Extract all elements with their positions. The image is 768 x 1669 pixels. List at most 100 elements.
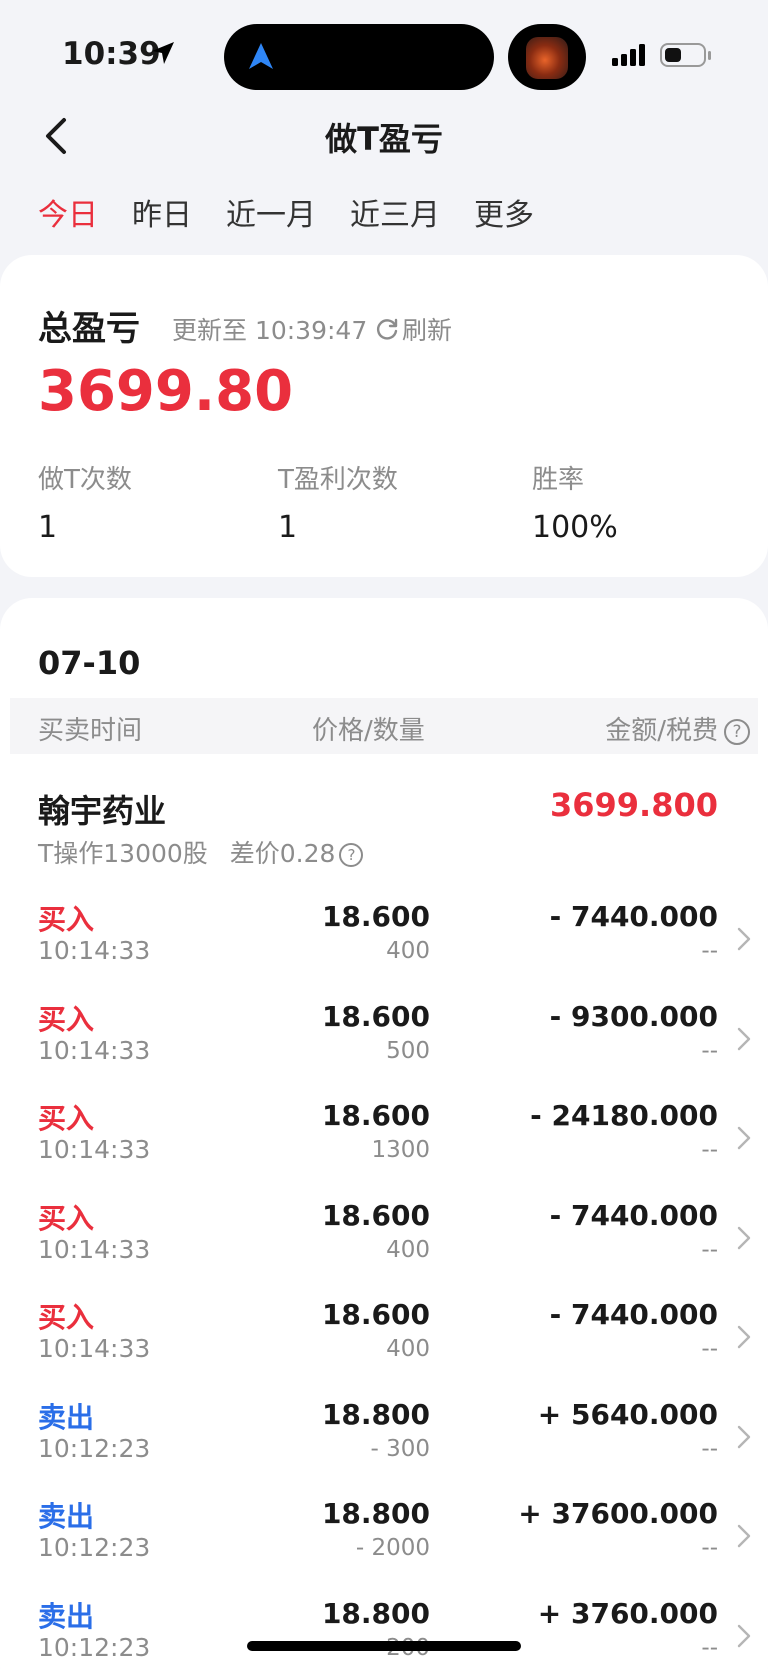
- trade-price: 18.600: [321, 999, 430, 1033]
- trade-amount: + 5640.000: [537, 1397, 718, 1431]
- trade-row[interactable]: 买入 10:14:33 18.600 400 - 7440.000 --: [0, 898, 768, 997]
- trade-side: 买入: [38, 1201, 95, 1235]
- chevron-right-icon: [737, 1226, 751, 1249]
- trade-side: 卖出: [38, 1400, 95, 1434]
- status-bar: 10:39: [0, 0, 768, 110]
- tab-last-three-months[interactable]: 近三月: [350, 190, 440, 234]
- trade-tax: --: [701, 1336, 718, 1362]
- trade-time: 10:14:33: [38, 1234, 151, 1264]
- trade-side: 买入: [38, 1002, 95, 1036]
- stat-trade-count: 做T次数 1: [38, 459, 132, 545]
- trade-row[interactable]: 买入 10:14:33 18.600 500 - 9300.000 --: [0, 998, 768, 1097]
- battery-icon: [660, 43, 706, 67]
- tab-more[interactable]: 更多: [474, 190, 534, 234]
- trade-amount: + 3760.000: [537, 1596, 718, 1630]
- stock-pnl: 3699.800: [549, 786, 718, 824]
- live-activity-thumbnail: [508, 24, 586, 90]
- refresh-label: 刷新: [402, 316, 453, 345]
- stat-value: 1: [38, 510, 58, 545]
- stock-summary: T操作13000股 差价0.28?: [38, 834, 364, 870]
- trade-time: 10:12:23: [38, 1632, 151, 1662]
- activity-image: [526, 37, 568, 79]
- chevron-right-icon: [737, 1027, 751, 1050]
- chevron-right-icon: [737, 1524, 751, 1548]
- trade-side: 卖出: [38, 1599, 95, 1633]
- update-time: 更新至 10:39:47: [172, 316, 368, 345]
- trade-tax: --: [701, 938, 718, 964]
- trade-amount: - 9300.000: [549, 999, 718, 1033]
- trade-tax: --: [701, 1435, 718, 1462]
- trade-time: 10:12:23: [38, 1433, 151, 1463]
- trade-side: 买入: [38, 1301, 95, 1334]
- stat-profit-count: T盈利次数 1: [278, 459, 398, 545]
- price-diff: 差价0.28: [229, 839, 336, 868]
- trade-price: 18.600: [321, 1198, 430, 1232]
- trade-quantity: 1300: [371, 1137, 430, 1163]
- stat-label: 胜率: [532, 465, 585, 495]
- trade-row[interactable]: 卖出 10:12:23 18.800 - 300 + 5640.000 --: [0, 1396, 768, 1495]
- table-header: 买卖时间 价格/数量 金额/税费?: [10, 698, 758, 754]
- trade-time: 10:14:33: [38, 1135, 151, 1164]
- battery-cap: [708, 51, 711, 60]
- trade-price: 18.800: [321, 1497, 430, 1530]
- header-amount-tax: 金额/税费?: [605, 710, 750, 747]
- trade-price: 18.800: [321, 1397, 430, 1431]
- home-indicator: [247, 1641, 521, 1651]
- trade-row[interactable]: 卖出 10:12:23 18.800 - 2000 + 37600.000 --: [0, 1495, 768, 1594]
- header-time: 买卖时间: [38, 716, 143, 746]
- trade-row[interactable]: 买入 10:14:33 18.600 1300 - 24180.000 --: [0, 1097, 768, 1196]
- header-amount-tax-label: 金额/税费: [605, 716, 718, 746]
- trade-detail-card: 07-10 买卖时间 价格/数量 金额/税费? 翰宇药业 3699.800 T操…: [0, 598, 768, 1669]
- trade-amount: - 7440.000: [549, 900, 718, 933]
- summary-card: 总盈亏 更新至 10:39:47 刷新 3699.80 做T次数 1 T盈利次数…: [0, 255, 768, 577]
- trade-tax: --: [701, 1137, 718, 1163]
- summary-title: 总盈亏: [38, 309, 140, 349]
- trade-tax: --: [701, 1037, 718, 1064]
- header-price-qty: 价格/数量: [312, 716, 425, 746]
- trade-side: 买入: [38, 903, 95, 936]
- tab-last-month[interactable]: 近一月: [226, 190, 316, 234]
- trade-row[interactable]: 卖出10:12:2318.800- 200+ 3760.000--: [0, 1595, 768, 1669]
- trade-quantity: 400: [386, 1336, 430, 1362]
- dynamic-island: [224, 24, 494, 90]
- chevron-right-icon: [737, 927, 751, 951]
- trade-date: 07-10: [38, 644, 141, 682]
- location-arrow-icon: [152, 42, 174, 64]
- trade-time: 10:14:33: [38, 936, 151, 965]
- trade-time: 10:12:23: [38, 1533, 151, 1562]
- trade-tax: --: [701, 1535, 718, 1561]
- trade-time: 10:14:33: [38, 1035, 151, 1065]
- stat-value: 100%: [532, 510, 618, 545]
- stat-win-rate: 胜率 100%: [532, 459, 618, 545]
- stat-label: 做T次数: [38, 465, 132, 495]
- t-operation: T操作13000股: [38, 839, 208, 868]
- trade-time: 10:14:33: [38, 1334, 151, 1363]
- page-title: 做T盈亏: [325, 120, 443, 158]
- stat-value: 1: [278, 510, 298, 545]
- trade-tax: --: [701, 1634, 718, 1661]
- trade-row[interactable]: 买入 10:14:33 18.600 400 - 7440.000 --: [0, 1296, 768, 1395]
- trade-side: 买入: [38, 1102, 95, 1135]
- trade-amount: - 7440.000: [549, 1198, 718, 1232]
- trade-quantity: 400: [386, 1236, 430, 1263]
- trade-price: 18.600: [321, 900, 430, 933]
- refresh-button[interactable]: 刷新: [376, 311, 452, 347]
- help-icon[interactable]: ?: [724, 718, 750, 745]
- stat-label: T盈利次数: [278, 465, 398, 495]
- refresh-icon: [376, 318, 398, 340]
- chevron-right-icon: [737, 1425, 751, 1448]
- stock-name: 翰宇药业: [38, 792, 167, 830]
- trade-quantity: 500: [386, 1037, 430, 1064]
- signal-icon: [612, 44, 645, 66]
- trade-amount: - 7440.000: [549, 1298, 718, 1331]
- help-icon[interactable]: ?: [339, 843, 364, 867]
- chevron-right-icon: [737, 1624, 751, 1647]
- tab-today[interactable]: 今日: [38, 190, 98, 234]
- period-tabs: 今日 昨日 近一月 近三月 更多: [38, 190, 568, 234]
- navigation-arrow-icon: [249, 43, 273, 69]
- tab-yesterday[interactable]: 昨日: [132, 190, 192, 234]
- total-pnl-value: 3699.80: [38, 359, 294, 424]
- status-time: 10:39: [62, 36, 161, 72]
- trade-row[interactable]: 买入 10:14:33 18.600 400 - 7440.000 --: [0, 1197, 768, 1296]
- battery-level: [665, 48, 681, 62]
